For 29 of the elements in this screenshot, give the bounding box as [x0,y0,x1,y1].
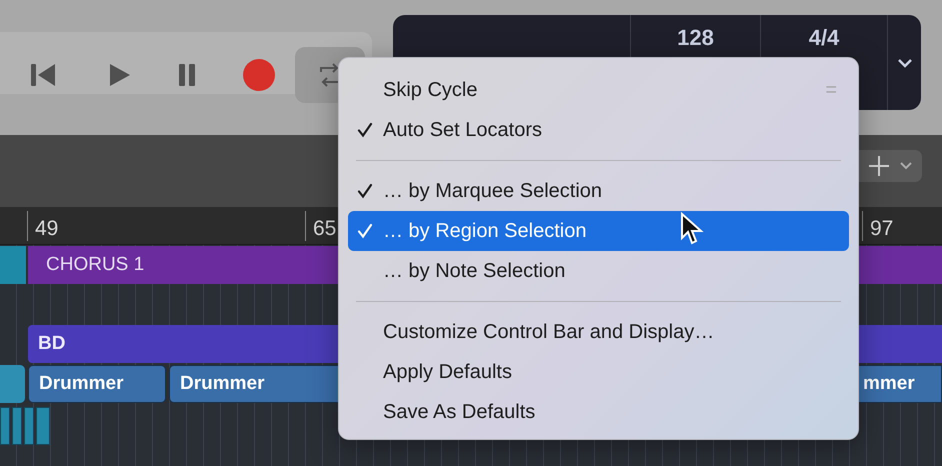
menu-item[interactable]: Skip Cycle = [348,70,849,110]
menu-item[interactable]: … by Region Selection [348,211,849,251]
chevron-down-icon [900,162,912,170]
bar-number: 97 [870,216,894,242]
menu-item[interactable]: Apply Defaults [348,352,849,392]
drummer-region[interactable]: Drummer [169,365,339,403]
skip-back-icon [29,63,57,87]
drummer-region[interactable]: Drummer [28,365,166,403]
menu-item[interactable]: … by Marquee Selection [348,171,849,211]
audio-region [36,407,50,445]
audio-region [0,246,26,284]
audio-region [12,407,22,445]
audio-region [24,407,34,445]
marker-label: CHORUS 1 [46,252,144,277]
pause-icon [177,63,197,87]
bar-number: 65 [313,216,336,242]
crosshair-icon [868,155,890,177]
cursor-icon [680,212,704,246]
menu-item[interactable]: Save As Defaults [348,392,849,432]
shortcut-label: = [825,78,837,103]
tempo-readout: 128 [677,27,714,49]
menu-item[interactable]: Auto Set Locators [348,110,849,150]
menu-item[interactable]: … by Note Selection [348,251,849,291]
play-icon [107,63,131,87]
audio-region [0,407,10,445]
region-label: BD [38,332,66,356]
menu-item[interactable]: Customize Control Bar and Display… [348,312,849,352]
time-signature-readout: 4/4 [808,27,840,49]
bar-number: 49 [35,216,58,242]
